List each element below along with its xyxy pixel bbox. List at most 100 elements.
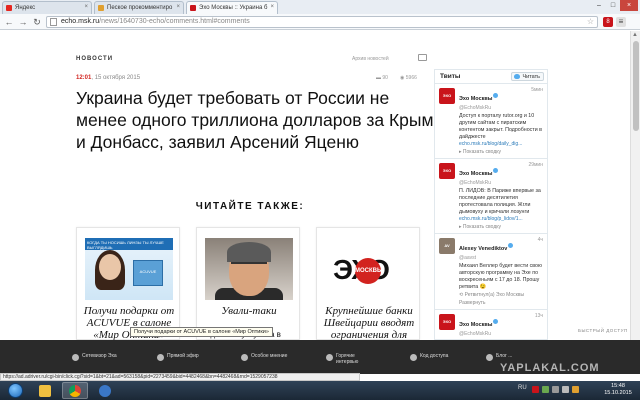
acuvue-ad-image: КОГДА ТЫ НОСИШЬ ЛИНЗЫ ТЫ ЛУЧШЕ ВЫГЛЯДИШЬ… xyxy=(85,238,173,300)
tweet-author[interactable]: Эхо Москвы xyxy=(459,171,492,177)
close-window-icon[interactable]: × xyxy=(620,0,638,11)
scrollbar-thumb[interactable] xyxy=(633,41,639,131)
tweet-author[interactable]: Эхо Москвы xyxy=(459,96,492,102)
tweet-time[interactable]: 13ч xyxy=(535,313,543,319)
page-icon xyxy=(50,18,57,26)
address-bar[interactable]: echo.msk.ru/news/1640730-echo/comments.h… xyxy=(46,16,598,28)
tray-app-icon[interactable] xyxy=(542,386,549,393)
show-summary-link[interactable]: ▸ Показать сводку xyxy=(459,149,544,155)
back-arrow-icon[interactable]: ← xyxy=(3,16,15,28)
tweet-text: П. ЛИДОВ: В Париже впервые за последние … xyxy=(459,188,541,215)
bottom-item-live[interactable]: Прямой эфир xyxy=(157,353,207,371)
show-summary-link[interactable]: ▸ Показать сводку xyxy=(459,224,544,230)
card-caption[interactable]: Ували-таки xyxy=(203,305,295,317)
tweet-text: Доступ к порталу rutor.org и 10 другим с… xyxy=(459,113,542,140)
scroll-up-icon[interactable]: ▲ xyxy=(632,32,638,38)
retweeted-by: ⟲ Ретвитнул(а) Эхо Москвы xyxy=(459,292,525,298)
tweet[interactable]: ЭХО Эхо Москвы @EchoMskRu 5мин Доступ к … xyxy=(435,84,547,159)
tweet[interactable]: ЭХО Эхо Москвы @EchoMskRu 13ч xyxy=(435,310,547,339)
tweet-handle[interactable]: @aavst xyxy=(459,255,544,261)
tweet[interactable]: ЭХО Эхо Москвы @EchoMskRu 29мин П. ЛИДОВ… xyxy=(435,159,547,234)
volume-icon[interactable] xyxy=(562,386,569,393)
photo-glasses xyxy=(231,262,267,270)
verified-icon xyxy=(493,168,499,174)
site-favicon-icon xyxy=(98,5,104,11)
network-icon[interactable] xyxy=(552,386,559,393)
tray-app-icon[interactable] xyxy=(572,386,579,393)
also-read-heading: ЧИТАЙТЕ ТАКЖЕ: xyxy=(195,201,305,212)
expand-link[interactable]: Развернуть xyxy=(459,300,544,306)
tweet-handle[interactable]: @EchoMskRu xyxy=(459,331,544,337)
tweet-author[interactable]: Эхо Москвы xyxy=(459,322,492,328)
show-summary-label: Показать сводку xyxy=(462,224,501,230)
print-icon[interactable] xyxy=(418,54,427,61)
taskbar-clock[interactable]: 15:48 15.10.2015 xyxy=(600,383,636,397)
related-card-banks[interactable]: ЭХО МОСКВЫ Крупнейшие банки Швейцарии вв… xyxy=(316,227,420,340)
tweet-handle[interactable]: @EchoMskRu xyxy=(459,105,544,111)
tweet-time[interactable]: 5мин xyxy=(531,87,543,93)
reload-icon[interactable]: ↻ xyxy=(31,16,43,28)
tweet-link[interactable]: echo.msk.ru/blog/p_lidov/1... xyxy=(459,216,544,222)
url-host: echo.msk.ru xyxy=(61,18,100,25)
verified-icon xyxy=(493,93,499,99)
bottom-item-interview[interactable]: Горячие интервью xyxy=(326,353,376,371)
bottom-item-label: Прямой эфир xyxy=(167,353,199,359)
tab-yandex[interactable]: Яндекс × xyxy=(2,1,92,14)
tab-echo-msk[interactable]: Эхо Москвы :: Украина б × xyxy=(186,1,278,14)
folder-icon xyxy=(39,384,51,397)
follow-label: Читать xyxy=(522,74,540,80)
extension-icon[interactable]: 8 xyxy=(603,17,613,27)
tray-app-icon[interactable] xyxy=(532,386,539,393)
tweet-link[interactable]: echo.msk.ru/blog/daily_dig... xyxy=(459,141,544,147)
taskbar-explorer[interactable] xyxy=(32,382,58,399)
watermark: YAPLAKAL.COM xyxy=(500,362,600,374)
tab-comments[interactable]: Пескоe прокомментиро × xyxy=(94,1,184,14)
taskbar-chrome[interactable] xyxy=(62,382,88,399)
taskbar-app[interactable] xyxy=(92,382,118,399)
card-caption[interactable]: Крупнейшие банки Швейцарии вводят ограни… xyxy=(323,305,415,340)
related-card-acuvue[interactable]: КОГДА ТЫ НОСИШЬ ЛИНЗЫ ТЫ ЛУЧШЕ ВЫГЛЯДИШЬ… xyxy=(76,227,180,340)
avatar[interactable]: ЭХО xyxy=(439,314,455,330)
news-meta: 12:01, 15 октября 2015 xyxy=(76,75,141,81)
eye-icon: ◉ xyxy=(400,75,405,81)
close-tab-icon[interactable]: × xyxy=(270,4,274,10)
blog-icon xyxy=(486,354,493,361)
tv-icon xyxy=(72,354,79,361)
avatar[interactable]: AV xyxy=(439,238,455,254)
twitter-widget: Твиты Читать ЭХО Эхо Москвы @EchoMskRu 5… xyxy=(434,69,548,340)
maximize-icon[interactable]: □ xyxy=(606,0,620,11)
comments-count[interactable]: ▬ 90 xyxy=(376,75,388,81)
views-count: ◉ 5966 xyxy=(400,75,417,81)
bottom-item-label: Блог ... xyxy=(496,353,513,359)
avatar[interactable]: ЭХО xyxy=(439,88,455,104)
start-button[interactable] xyxy=(2,382,28,399)
tweet-handle[interactable]: @EchoMskRu xyxy=(459,180,544,186)
windows-taskbar: RU 15:48 15.10.2015 xyxy=(0,381,640,400)
page-scrollbar[interactable]: ▲ xyxy=(630,31,640,340)
quick-access-label[interactable]: БЫСТРЫЙ ДОСТУП xyxy=(578,328,628,333)
tweet-time[interactable]: 29мин xyxy=(528,162,543,168)
avatar[interactable]: ЭХО xyxy=(439,163,455,179)
opinion-icon xyxy=(241,354,248,361)
bottom-item-opinion[interactable]: Особое мнение xyxy=(241,353,291,371)
bottom-item-access-code[interactable]: Код доступа xyxy=(410,353,460,371)
follow-button[interactable]: Читать xyxy=(511,72,544,81)
tweet[interactable]: AV Alexey Venediktov @aavst 4ч Михаил Ве… xyxy=(435,234,547,310)
close-tab-icon[interactable]: × xyxy=(176,4,180,10)
echo-logo-image: ЭХО МОСКВЫ xyxy=(325,238,413,300)
tweet-author[interactable]: Alexey Venediktov xyxy=(459,246,507,252)
related-card-opinion[interactable]: Ували-таки А дела-то у Путина в xyxy=(196,227,300,340)
url-path: /news/1640730-echo/comments.html#comment… xyxy=(99,18,250,25)
menu-icon[interactable]: ≡ xyxy=(616,17,626,27)
clock-time: 15:48 xyxy=(611,383,625,389)
minimize-icon[interactable]: – xyxy=(592,0,606,11)
lock-icon xyxy=(410,354,417,361)
language-indicator[interactable]: RU xyxy=(518,385,527,391)
bottom-item-setevizor[interactable]: Сетевизор Эха xyxy=(72,353,122,371)
forward-arrow-icon[interactable]: → xyxy=(17,16,29,28)
bookmark-star-icon[interactable]: ☆ xyxy=(587,17,594,27)
archive-link[interactable]: Архив новостей xyxy=(352,56,389,62)
tweet-time[interactable]: 4ч xyxy=(538,237,543,243)
close-tab-icon[interactable]: × xyxy=(84,4,88,10)
comments-count-value: 90 xyxy=(382,75,388,81)
